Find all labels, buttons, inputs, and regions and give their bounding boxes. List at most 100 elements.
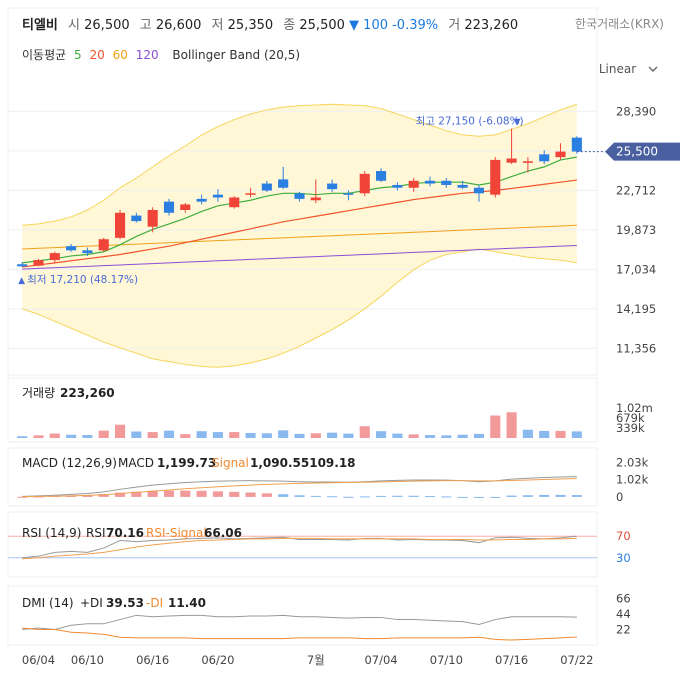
- volume-bar: [555, 430, 566, 438]
- macd-histogram-bar: [163, 490, 175, 497]
- macd-histogram-bar: [539, 494, 550, 497]
- candle-body: [473, 187, 485, 194]
- macd-histogram-bar: [229, 491, 240, 497]
- x-tick-label: 07/22: [560, 653, 593, 667]
- candle-body: [245, 193, 256, 195]
- volume-y-tick: 339k: [616, 421, 645, 435]
- candle-body: [33, 260, 44, 266]
- candle-body: [17, 264, 28, 267]
- high-annotation: 최고 27,150 (-6.08%): [416, 116, 524, 128]
- rsi-label: RSI: [86, 526, 106, 540]
- volume-bar: [392, 433, 403, 438]
- volume-bar: [163, 430, 175, 438]
- candle-body: [408, 180, 419, 188]
- macd-y-tick: 1.02k: [616, 473, 649, 487]
- macd-histogram-bar: [343, 496, 354, 498]
- y-tick-label: 17,034: [616, 262, 656, 276]
- candle-body: [392, 184, 403, 188]
- candle-body: [196, 198, 207, 202]
- volume-bar: [229, 432, 240, 438]
- volume-bar: [490, 415, 501, 438]
- macd-histogram-bar: [278, 494, 289, 497]
- candle-body: [539, 154, 550, 162]
- macd-y-tick: 2.03k: [616, 456, 649, 470]
- candle-body: [98, 239, 109, 251]
- macd-histogram-bar: [506, 495, 517, 497]
- macd-signal-value: 1,090.55109.18: [250, 456, 356, 470]
- x-tick-label: 06/16: [136, 653, 169, 667]
- rsi-title: RSI (14,9): [22, 526, 81, 540]
- volume-bar: [359, 426, 370, 438]
- volume-bar: [473, 433, 485, 438]
- volume-bar: [245, 432, 256, 438]
- macd-histogram-bar: [392, 495, 403, 497]
- volume-bar: [33, 435, 44, 438]
- dmi-minus-line: [22, 627, 577, 641]
- volume-bar: [408, 434, 419, 438]
- candle-body: [457, 184, 468, 188]
- volume-bar: [196, 431, 207, 438]
- candle-body: [82, 250, 93, 254]
- candle-body: [212, 194, 223, 198]
- candle: [571, 136, 582, 154]
- volume-bar: [131, 431, 142, 438]
- macd-histogram-bar: [408, 495, 419, 497]
- candle-body: [66, 246, 77, 251]
- candle-body: [180, 204, 191, 210]
- y-tick-label: 22,712: [616, 183, 656, 197]
- macd-histogram-bar: [310, 495, 321, 497]
- macd-signal-label: Signal: [212, 456, 249, 470]
- candle: [114, 210, 126, 240]
- dmi-minus-label: -DI: [146, 596, 163, 610]
- volume-bar: [261, 433, 272, 438]
- candle-body: [343, 193, 354, 195]
- dmi-title: DMI (14): [22, 596, 74, 610]
- candle-body: [571, 137, 582, 152]
- candle-body: [114, 212, 126, 238]
- volume-bar: [522, 429, 533, 438]
- macd-histogram-bar: [327, 496, 338, 498]
- macd-histogram-bar: [180, 490, 191, 497]
- macd-histogram-bar: [522, 495, 533, 497]
- candle-body: [49, 253, 60, 261]
- high-marker-icon: ▼: [514, 118, 521, 128]
- candle-body: [147, 210, 158, 227]
- volume-bar: [82, 435, 93, 438]
- macd-histogram-bar: [359, 496, 370, 498]
- macd-histogram-bar: [441, 496, 452, 498]
- macd-title: MACD (12,26,9): [22, 456, 117, 470]
- volume-title: 거래량: [22, 386, 55, 400]
- stock-chart[interactable]: 28,39025,55122,71219,87317,03414,19511,3…: [0, 0, 680, 697]
- bollinger-band-fill: [22, 104, 577, 368]
- rsi-value: 70.16: [106, 526, 144, 540]
- rsi-y-tick: 30: [616, 551, 631, 565]
- volume-bar: [506, 412, 517, 438]
- y-tick-label: 28,390: [616, 104, 656, 118]
- macd-histogram-bar: [473, 496, 485, 498]
- dmi-minus-value: 11.40: [168, 596, 206, 610]
- y-tick-label: 19,873: [616, 223, 656, 237]
- candle-body: [490, 159, 501, 195]
- candle-body: [229, 197, 240, 208]
- volume-bar: [310, 433, 321, 438]
- macd-value: 1,199.73: [157, 456, 216, 470]
- candle-body: [522, 161, 533, 163]
- candle-body: [327, 183, 338, 190]
- macd-histogram-bar: [424, 496, 436, 498]
- macd-histogram-bar: [571, 495, 582, 497]
- volume-bar: [343, 433, 354, 438]
- candle-body: [163, 201, 175, 213]
- candle-body: [261, 183, 272, 191]
- candle: [229, 196, 240, 209]
- x-tick-label: 7월: [307, 653, 325, 667]
- volume-bar: [571, 431, 582, 438]
- macd-histogram-bar: [212, 491, 223, 497]
- volume-bar: [114, 424, 126, 438]
- volume-bar: [441, 435, 452, 438]
- panel-frame: [7, 511, 598, 578]
- candle: [490, 157, 501, 198]
- y-tick-label: 14,195: [616, 302, 656, 316]
- macd-histogram-bar: [294, 495, 305, 497]
- candle-body: [294, 193, 305, 199]
- macd-histogram-bar: [555, 494, 566, 497]
